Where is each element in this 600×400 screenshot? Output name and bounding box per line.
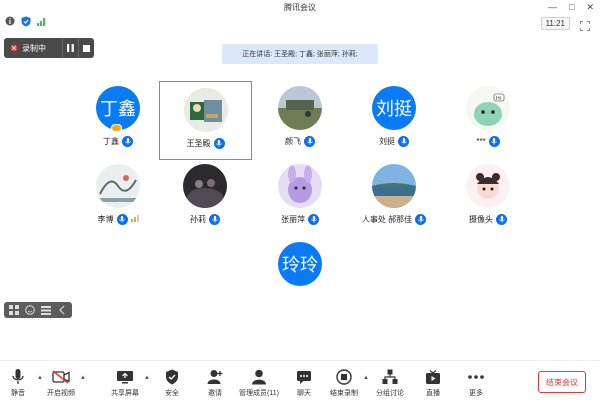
microphone-icon: [415, 214, 427, 225]
share-screen-icon: [116, 369, 134, 385]
microphone-icon: [122, 136, 133, 147]
participant-name: 孙莉: [190, 215, 206, 224]
video-options-chevron-icon[interactable]: ▲: [80, 375, 86, 381]
participant-name: 刘挺: [379, 137, 395, 146]
minimize-button[interactable]: —: [548, 2, 557, 12]
participant-name: 摄像头: [469, 215, 493, 224]
participant-tile[interactable]: 颜飞: [255, 80, 345, 152]
more-button[interactable]: 更多: [451, 369, 501, 398]
fullscreen-icon[interactable]: [579, 18, 591, 32]
manage-members-button[interactable]: 管理成员(11): [234, 369, 284, 398]
participant-tile[interactable]: 玲玲: [255, 236, 345, 308]
microphone-icon: [213, 138, 225, 149]
svg-text:Hi: Hi: [496, 96, 501, 102]
participant-name: 王圣殿: [186, 139, 211, 148]
avatar: [372, 164, 416, 208]
avatar: [96, 164, 140, 208]
participant-tile[interactable]: 丁鑫 丁鑫: [73, 80, 163, 152]
grid-layout-icon[interactable]: [7, 303, 21, 317]
signal-icon: [130, 215, 139, 224]
microphone-icon: [398, 136, 409, 147]
end-meeting-button[interactable]: 结束会议: [538, 371, 586, 393]
host-badge-icon: [111, 124, 122, 132]
participant-name: 李博: [97, 215, 114, 224]
participant-tile[interactable]: 刘挺 刘挺: [349, 80, 439, 152]
avatar: Hi: [466, 86, 510, 130]
record-icon: [10, 44, 18, 52]
participant-name: ***: [476, 137, 486, 146]
more-icon: [467, 369, 485, 385]
microphone-icon: [308, 214, 319, 225]
share-screen-button[interactable]: 共享屏幕: [100, 369, 150, 398]
avatar: 玲玲: [278, 242, 322, 286]
members-icon: [250, 369, 268, 385]
participant-name: 人事处 郝那佳: [361, 215, 413, 224]
avatar: [183, 88, 228, 132]
participant-tile[interactable]: Hi ***: [443, 80, 533, 152]
shield-icon: [163, 369, 181, 385]
participant-tile-active[interactable]: 王圣殿: [159, 81, 252, 160]
participant-tile[interactable]: 人事处 郝那佳: [349, 158, 439, 230]
avatar: [466, 164, 510, 208]
microphone-icon: [116, 214, 128, 225]
emoji-icon[interactable]: [23, 303, 37, 317]
participant-tile[interactable]: 李博: [73, 158, 163, 230]
avatar: 刘挺: [372, 86, 416, 130]
microphone-icon: [9, 369, 27, 385]
pause-recording-button[interactable]: [62, 38, 78, 58]
avatar: [278, 86, 322, 130]
shield-icon[interactable]: [20, 15, 32, 27]
avatar: [183, 164, 227, 208]
layout-controls: [4, 302, 72, 318]
microphone-icon: [304, 136, 315, 147]
collapse-chevron-icon[interactable]: [55, 303, 69, 317]
participant-tile[interactable]: 张丽萍: [255, 158, 345, 230]
speaking-banner: 正在讲话: 王圣殿; 丁鑫; 张丽萍; 孙莉;: [222, 44, 378, 64]
live-icon: [424, 369, 442, 385]
window-title: 腾讯会议: [284, 2, 316, 12]
participant-tile[interactable]: 孙莉: [160, 158, 250, 230]
avatar: [278, 164, 322, 208]
recording-label: 录制中: [22, 43, 46, 53]
title-bar: 腾讯会议 — □ ✕: [0, 0, 600, 14]
microphone-icon: [209, 214, 220, 225]
status-icons: [4, 15, 48, 27]
microphone-icon: [496, 214, 507, 225]
meeting-timer: 11:21: [540, 17, 570, 30]
microphone-icon: [488, 136, 500, 147]
list-layout-icon[interactable]: [39, 303, 53, 317]
participant-name: 丁鑫: [103, 137, 119, 146]
recording-bar: 录制中: [4, 38, 94, 58]
participant-name: 颜飞: [285, 137, 301, 146]
meeting-toolbar: 静音 ▲ 开启视频 ▲ 共享屏幕 ▲ 安全 邀请 管理成员(11) 聊天 结束录…: [0, 360, 600, 400]
maximize-button[interactable]: □: [569, 2, 574, 12]
participant-tile[interactable]: 摄像头: [443, 158, 533, 230]
stop-recording-button[interactable]: [78, 38, 94, 58]
invite-button[interactable]: 邀请: [190, 369, 240, 398]
info-icon[interactable]: [4, 15, 16, 27]
video-button[interactable]: 开启视频: [36, 369, 86, 398]
signal-icon: [36, 15, 48, 27]
chat-icon: [295, 369, 313, 385]
stop-record-icon: [335, 369, 353, 385]
add-user-icon: [206, 369, 224, 385]
end-recording-button[interactable]: 结束录制: [319, 369, 369, 398]
participant-name: 张丽萍: [281, 215, 305, 224]
video-off-icon: [52, 369, 70, 385]
meeting-window: 腾讯会议 — □ ✕ 11:21 录制中 正在讲话: 王圣殿; 丁鑫; 张丽萍;…: [0, 0, 600, 400]
breakout-rooms-icon: [381, 369, 399, 385]
close-button[interactable]: ✕: [586, 2, 594, 12]
